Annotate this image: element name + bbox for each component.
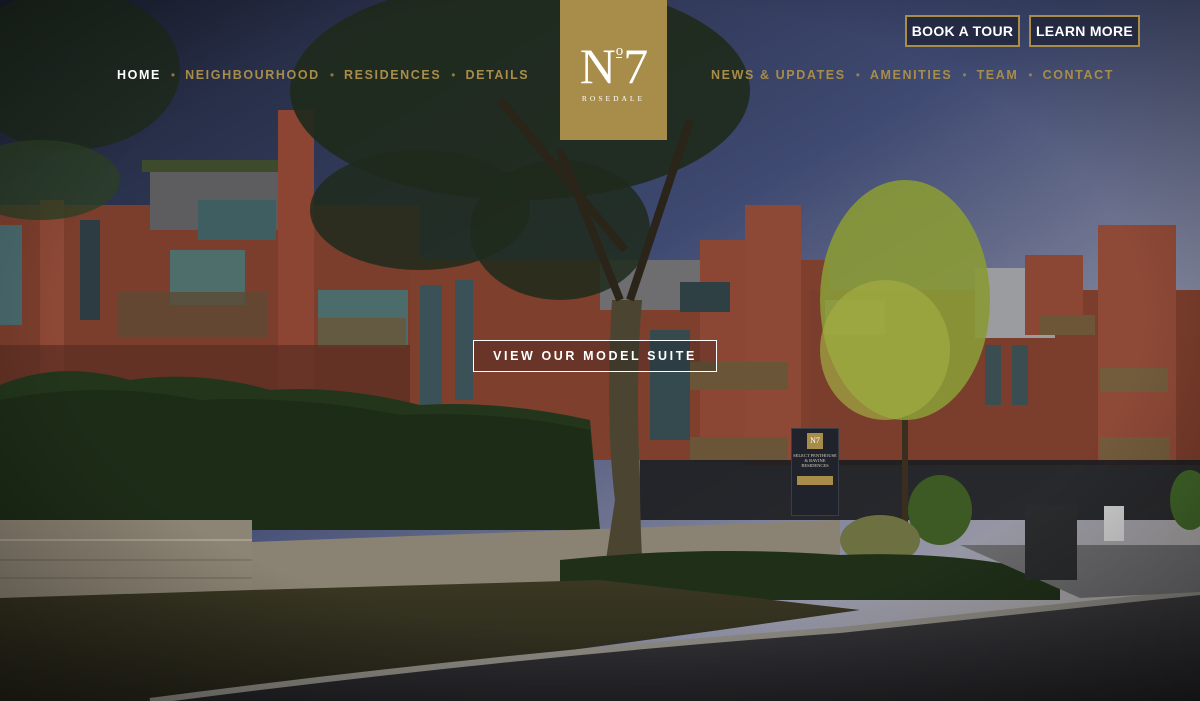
logo-mark: N o 7 — [579, 38, 649, 94]
logo-sup: o — [615, 43, 623, 59]
nav-contact[interactable]: CONTACT — [1043, 68, 1114, 82]
nav-separator: • — [962, 68, 967, 82]
nav-details[interactable]: DETAILS — [466, 68, 530, 82]
nav-neighbourhood[interactable]: NEIGHBOURHOOD — [185, 68, 320, 82]
book-tour-button[interactable]: BOOK A TOUR — [905, 15, 1020, 47]
nav-separator: • — [329, 68, 335, 82]
logo-digit: 7 — [623, 38, 648, 94]
sign-logo: N7 — [807, 433, 823, 449]
nav-left: HOME • NEIGHBOURHOOD • RESIDENCES • DETA… — [117, 68, 529, 82]
nav-news-updates[interactable]: NEWS & UPDATES — [711, 68, 846, 82]
sign-bar — [797, 476, 833, 485]
nav-separator: • — [1028, 68, 1033, 82]
view-model-suite-button[interactable]: VIEW OUR MODEL SUITE — [473, 340, 717, 372]
sign-text: SELECT PENTHOUSE & RAVINE RESIDENCES — [793, 453, 837, 468]
site-logo[interactable]: N o 7 ROSEDALE — [560, 0, 667, 140]
learn-more-button[interactable]: LEARN MORE — [1029, 15, 1140, 47]
nav-separator: • — [451, 68, 456, 82]
logo-subtitle: ROSEDALE — [581, 94, 646, 103]
site-sign: N7 SELECT PENTHOUSE & RAVINE RESIDENCES — [791, 428, 839, 516]
logo-letter: N — [579, 38, 616, 94]
nav-home[interactable]: HOME — [117, 68, 161, 82]
nav-right: NEWS & UPDATES • AMENITIES • TEAM • CONT… — [711, 68, 1114, 82]
nav-team[interactable]: TEAM — [977, 68, 1019, 82]
nav-residences[interactable]: RESIDENCES — [344, 68, 441, 82]
nav-separator: • — [170, 68, 176, 82]
nav-separator: • — [855, 68, 860, 82]
nav-amenities[interactable]: AMENITIES — [870, 68, 952, 82]
